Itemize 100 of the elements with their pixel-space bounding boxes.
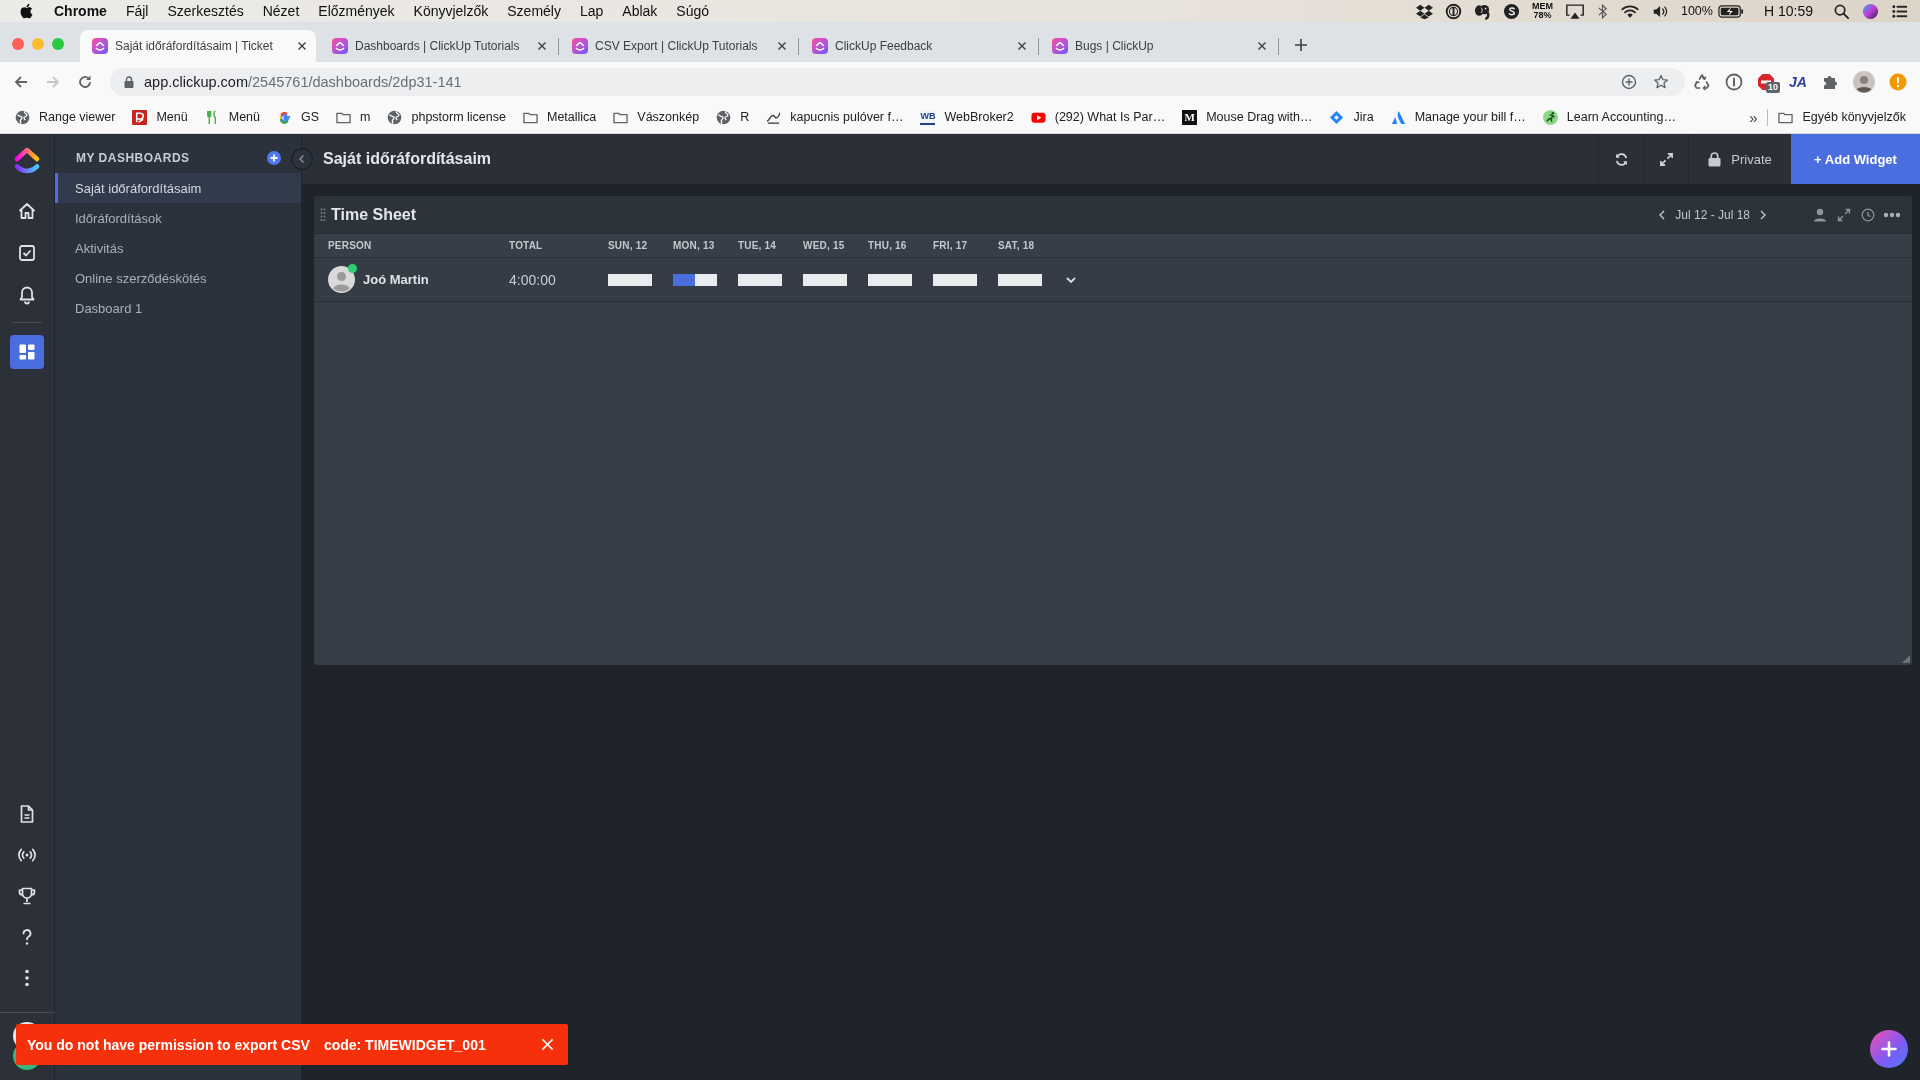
- bookmark[interactable]: m: [336, 109, 371, 125]
- clock-icon[interactable]: [1861, 207, 1875, 222]
- plus-icon[interactable]: [1294, 37, 1308, 52]
- list-icon[interactable]: [1891, 2, 1908, 20]
- sidebar-item[interactable]: Aktivitás: [55, 233, 301, 263]
- bell-icon: [17, 285, 37, 305]
- menu-item[interactable]: Ablak: [622, 3, 658, 19]
- star-icon[interactable]: [1653, 73, 1669, 90]
- close-icon[interactable]: [776, 40, 788, 52]
- count-badge: 10: [1766, 81, 1780, 93]
- drag-handle-icon[interactable]: [320, 207, 326, 222]
- bookmark[interactable]: Manage your bill f…: [1390, 109, 1526, 125]
- bookmark[interactable]: kapucnis pulóver f…: [766, 109, 904, 125]
- menu-item[interactable]: Súgó: [676, 3, 710, 19]
- airplay-icon[interactable]: [1564, 2, 1585, 20]
- extension-button[interactable]: JA: [1789, 73, 1807, 90]
- menu-item[interactable]: Szerkesztés: [167, 3, 244, 19]
- bookmark[interactable]: GS: [277, 109, 320, 125]
- app-logo-icon[interactable]: [13, 146, 41, 176]
- bookmark-folder[interactable]: Egyéb könyvjelzők: [1778, 109, 1906, 125]
- keyhole-circle-icon[interactable]: [1725, 72, 1743, 91]
- apple-logo-icon[interactable]: [20, 3, 34, 19]
- menu-item[interactable]: Könyvjelzők: [413, 3, 489, 19]
- person-name: Joó Martin: [363, 272, 429, 287]
- nav-button[interactable]: [10, 335, 44, 369]
- browser-tab[interactable]: Dashboards | ClickUp Tutorials: [320, 30, 556, 62]
- person-icon[interactable]: [1813, 207, 1827, 222]
- menu-item[interactable]: Nézet: [262, 3, 300, 19]
- app-favicon-icon: [572, 38, 588, 54]
- checkbox-icon: [17, 243, 37, 263]
- sidebar-item[interactable]: Online szerződéskötés: [55, 263, 301, 293]
- bookmark[interactable]: Jira: [1329, 109, 1374, 125]
- recycle-icon[interactable]: [1693, 72, 1711, 91]
- profile-avatar[interactable]: [1853, 70, 1875, 93]
- resize-handle-icon[interactable]: [1902, 655, 1910, 663]
- chevron-right-icon[interactable]: [1759, 208, 1767, 221]
- date-range: Jul 12 - Jul 18: [1675, 207, 1750, 222]
- clock-text[interactable]: H 10:59: [1763, 3, 1813, 19]
- sidebar-item[interactable]: Időráfordítások: [55, 203, 301, 233]
- total-time: 4:00:00: [509, 271, 557, 288]
- column-header: MON, 13: [673, 240, 716, 251]
- bookmark[interactable]: Range viewer: [15, 109, 116, 125]
- browser-tab[interactable]: CSV Export | ClickUp Tutorials: [560, 30, 796, 62]
- address-field[interactable]: app.clickup.com/2545761/dashboards/2dp31-141: [110, 67, 1685, 96]
- menu-item[interactable]: Személy: [507, 3, 561, 19]
- bookmark[interactable]: Metallica: [523, 109, 597, 125]
- menu-item[interactable]: Fájl: [125, 3, 149, 19]
- keyhole-circle-icon[interactable]: [1444, 2, 1462, 20]
- search-icon[interactable]: [1833, 2, 1850, 20]
- bookmark[interactable]: M Mouse Drag with…: [1182, 109, 1313, 125]
- more-icon[interactable]: [1883, 211, 1901, 218]
- bluetooth-icon[interactable]: [1596, 2, 1608, 20]
- bookmark[interactable]: phpstorm license: [387, 109, 506, 125]
- add-circle-icon[interactable]: [267, 151, 281, 165]
- chevron-left-icon[interactable]: [1658, 208, 1667, 221]
- close-icon[interactable]: [296, 40, 308, 52]
- sidebar-item[interactable]: Dasboard 1: [55, 293, 301, 323]
- app-menu[interactable]: Chrome: [54, 3, 107, 19]
- close-icon[interactable]: [1016, 40, 1028, 52]
- diamond-icon: [1329, 109, 1345, 125]
- chevron-down-icon[interactable]: [1065, 275, 1077, 284]
- menu-item[interactable]: Lap: [579, 3, 604, 19]
- bookmark[interactable]: Learn Accounting…: [1542, 109, 1676, 125]
- memory-label: MEM: [1531, 2, 1553, 11]
- collapse-icon[interactable]: [291, 148, 313, 170]
- reload-icon[interactable]: [77, 73, 93, 90]
- battery-icon[interactable]: [1717, 4, 1744, 18]
- sidebar-item[interactable]: Saját időráfordításaim: [55, 173, 301, 203]
- orb-icon[interactable]: [1862, 2, 1879, 20]
- s-circle-icon[interactable]: [1502, 2, 1520, 20]
- menu-item[interactable]: Előzmények: [318, 3, 395, 19]
- letter-logo: WB: [920, 109, 936, 125]
- browser-tab[interactable]: Bugs | ClickUp: [1040, 30, 1276, 62]
- wifi-icon[interactable]: [1619, 2, 1640, 20]
- close-icon[interactable]: [536, 40, 548, 52]
- letter-logo: M: [1182, 109, 1198, 125]
- bookmark[interactable]: R: [716, 109, 750, 125]
- more-bookmarks-button[interactable]: »: [1749, 108, 1758, 126]
- dropbox-icon[interactable]: [1415, 2, 1433, 20]
- browser-tab[interactable]: ClickUp Feedback: [800, 30, 1036, 62]
- app-favicon-icon: [332, 38, 348, 54]
- globe-icon: [387, 109, 403, 125]
- bookmark[interactable]: Menü: [132, 109, 188, 125]
- trophy-icon[interactable]: [17, 885, 37, 906]
- elephant-icon[interactable]: [1473, 2, 1491, 20]
- lock-icon[interactable]: [124, 75, 134, 88]
- plus-circle-icon[interactable]: [1621, 73, 1637, 90]
- column-header: FRI, 17: [933, 240, 969, 251]
- bookmark[interactable]: Menü: [204, 109, 260, 125]
- back-icon[interactable]: [13, 73, 29, 90]
- browser-tab[interactable]: Saját időráfordításaim | Ticket: [80, 30, 316, 62]
- globe-icon: [716, 109, 732, 125]
- close-icon[interactable]: [1256, 40, 1268, 52]
- time-bar-track: [608, 273, 652, 286]
- expand-icon[interactable]: [1837, 207, 1851, 222]
- bookmark[interactable]: (292) What Is Par…: [1030, 109, 1166, 125]
- bookmark[interactable]: Vászonkép: [613, 109, 700, 125]
- add-widget-button[interactable]: + Add Widget: [1791, 134, 1920, 184]
- bookmark[interactable]: WB WebBroker2: [920, 109, 1014, 125]
- time-bar-track: [868, 273, 912, 286]
